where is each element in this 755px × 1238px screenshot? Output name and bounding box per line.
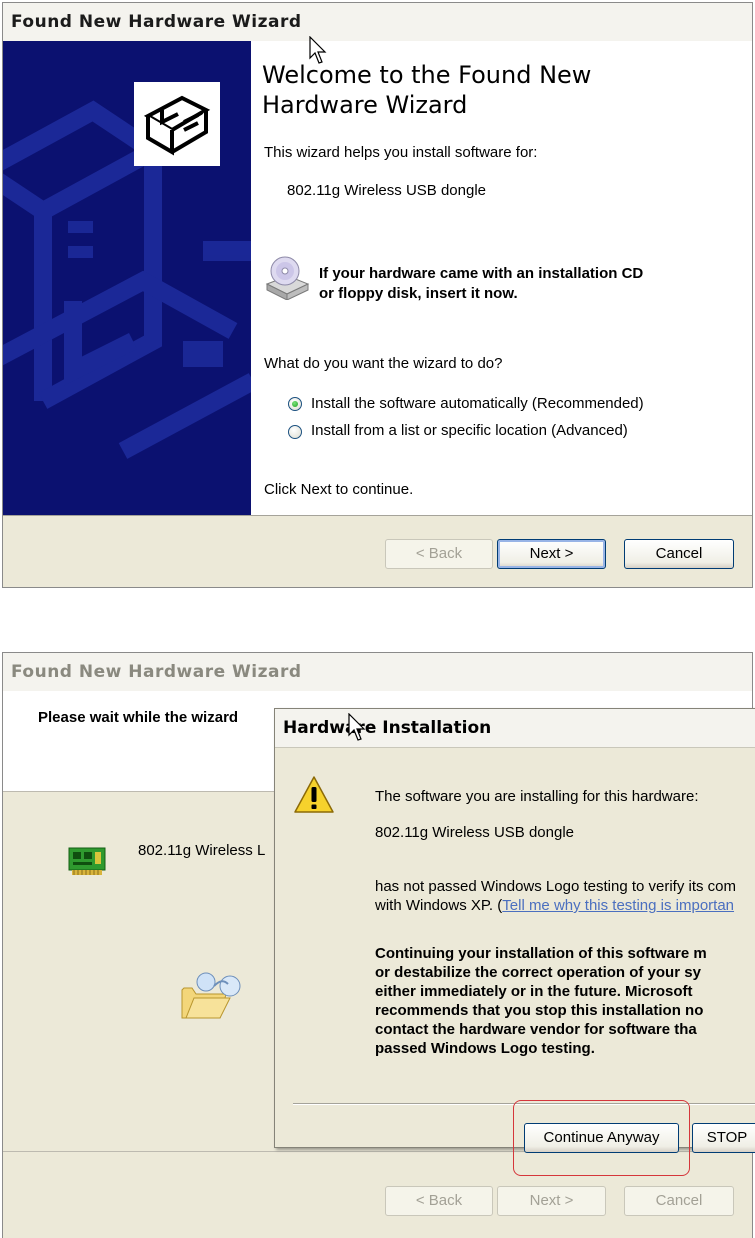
dialog-warning-text: Continuing your installation of this sof… bbox=[375, 944, 707, 1058]
logo-testing-link[interactable]: Tell me why this testing is importan bbox=[502, 897, 734, 914]
back-button[interactable]: < Back bbox=[385, 539, 493, 569]
hardware-installation-dialog: Hardware Installation The software you a… bbox=[274, 708, 755, 1148]
radio-install-list[interactable] bbox=[288, 425, 302, 439]
wizard2-header-text: Please wait while the wizard bbox=[38, 709, 239, 726]
dialog-logo-line2: with Windows XP. (Tell me why this testi… bbox=[375, 897, 734, 914]
wizard-banner bbox=[3, 41, 251, 515]
option-install-list-label[interactable]: Install from a list or specific location… bbox=[311, 422, 628, 439]
network-card-icon bbox=[68, 847, 106, 875]
hardware-wizard-icon bbox=[134, 82, 220, 166]
dialog-title-bar[interactable]: Hardware Installation bbox=[275, 709, 755, 748]
warning-line: either immediately or in the future. Mic… bbox=[375, 983, 693, 1000]
mouse-cursor-icon bbox=[309, 36, 327, 64]
wizard2-cancel-button[interactable]: Cancel bbox=[624, 1186, 734, 1216]
cd-instruction-line1: If your hardware came with an installati… bbox=[319, 265, 644, 282]
warning-line: contact the hardware vendor for software… bbox=[375, 1021, 697, 1038]
option-install-auto-label[interactable]: Install the software automatically (Reco… bbox=[311, 395, 644, 412]
device-name: 802.11g Wireless USB dongle bbox=[287, 182, 486, 199]
mouse-cursor-icon bbox=[348, 713, 366, 741]
folder-search-icon bbox=[181, 972, 241, 1019]
cd-drive-icon bbox=[265, 256, 310, 300]
cancel-button[interactable]: Cancel bbox=[624, 539, 734, 569]
warning-line: or destabilize the correct operation of … bbox=[375, 964, 701, 981]
question-text: What do you want the wizard to do? bbox=[264, 355, 503, 372]
wizard-title-bar[interactable]: Found New Hardware Wizard bbox=[3, 3, 752, 42]
wizard2-title: Found New Hardware Wizard bbox=[11, 662, 302, 682]
warning-icon bbox=[294, 776, 334, 813]
continue-hint: Click Next to continue. bbox=[264, 481, 414, 498]
intro-text: This wizard helps you install software f… bbox=[264, 144, 538, 161]
warning-line: passed Windows Logo testing. bbox=[375, 1040, 595, 1057]
dialog-title: Hardware Installation bbox=[283, 718, 492, 738]
dialog-logo-line2-prefix: with Windows XP. ( bbox=[375, 897, 503, 914]
cd-instruction-line2: or floppy disk, insert it now. bbox=[319, 285, 518, 302]
wizard-title: Found New Hardware Wizard bbox=[11, 12, 302, 32]
wizard2-device-name: 802.11g Wireless L bbox=[138, 842, 266, 859]
wizard2-back-button[interactable]: < Back bbox=[385, 1186, 493, 1216]
next-button[interactable]: Next > bbox=[497, 539, 606, 569]
radio-install-auto[interactable] bbox=[288, 397, 302, 411]
dialog-intro: The software you are installing for this… bbox=[375, 788, 699, 805]
dialog-device-name: 802.11g Wireless USB dongle bbox=[375, 824, 574, 841]
cd-instruction: If your hardware came with an installati… bbox=[319, 264, 643, 304]
warning-line: Continuing your installation of this sof… bbox=[375, 945, 707, 962]
radio-selected-dot bbox=[292, 401, 298, 407]
welcome-heading: Welcome to the Found New Hardware Wizard bbox=[262, 60, 682, 120]
highlight-ring bbox=[513, 1100, 690, 1176]
warning-line: recommends that you stop this installati… bbox=[375, 1002, 704, 1019]
stop-button[interactable]: STOP bbox=[692, 1123, 755, 1153]
wizard2-title-bar[interactable]: Found New Hardware Wizard bbox=[3, 653, 752, 692]
dialog-logo-line1: has not passed Windows Logo testing to v… bbox=[375, 878, 737, 895]
wizard2-next-button[interactable]: Next > bbox=[497, 1186, 606, 1216]
welcome-heading-line2: Hardware Wizard bbox=[262, 91, 468, 119]
